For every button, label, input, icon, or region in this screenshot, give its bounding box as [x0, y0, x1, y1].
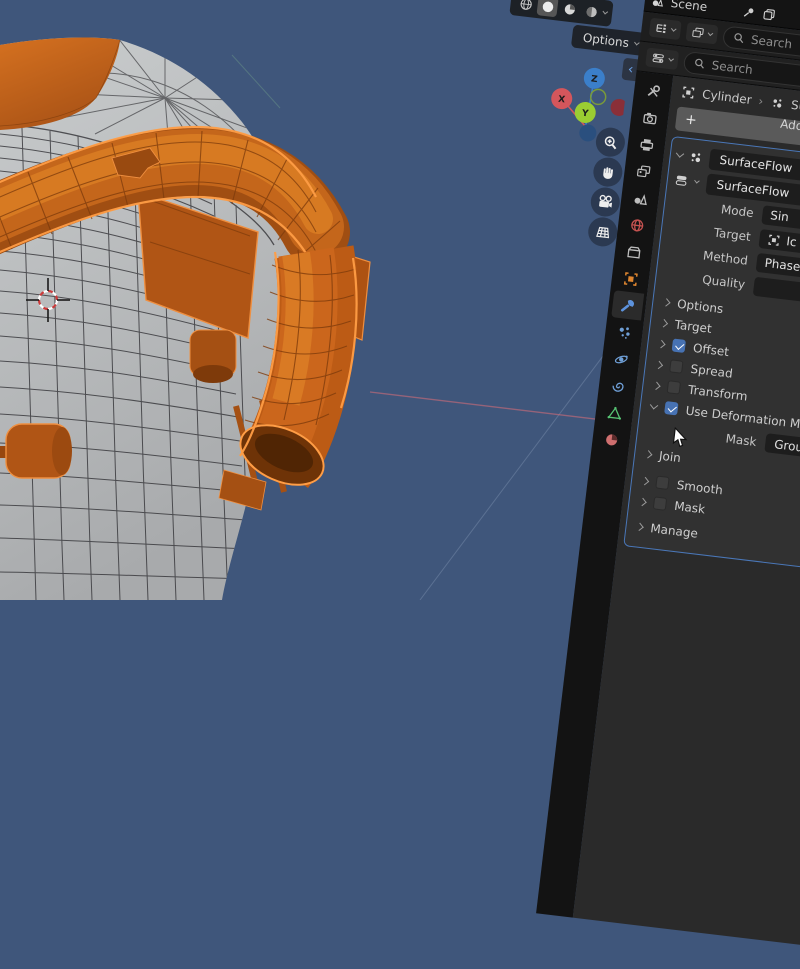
tab-scene[interactable]: [624, 183, 657, 213]
properties-editor-icon: [650, 51, 665, 66]
chevron-right-icon: [655, 360, 663, 368]
gizmo-axis-neg-z[interactable]: [578, 123, 597, 142]
modifiers-wrench-icon: [618, 296, 636, 314]
tab-material[interactable]: [595, 424, 628, 454]
tool-icon: [644, 82, 662, 100]
new-scene-copy-icon[interactable]: [761, 7, 777, 23]
chevron-right-icon: [662, 298, 670, 306]
tab-collection[interactable]: [617, 237, 650, 267]
constraints-icon: [609, 377, 627, 395]
filter-images-icon: [691, 26, 705, 40]
chevron-right-icon: [652, 381, 660, 389]
flow-name: SurfaceFlow: [719, 153, 793, 176]
smooth-checkbox[interactable]: [655, 476, 669, 490]
tab-tool[interactable]: [636, 76, 669, 106]
pin-icon[interactable]: [741, 5, 755, 19]
shading-dropdown-icon[interactable]: [603, 9, 609, 15]
breadcrumb-separator: ›: [758, 94, 764, 108]
world-icon: [628, 216, 646, 234]
material-icon: [602, 430, 620, 448]
outliner-tree-icon: [654, 21, 668, 35]
chevron-left-icon: [628, 67, 634, 73]
particles-icon: [615, 323, 633, 341]
chevron-right-icon: [644, 450, 652, 458]
collection-icon: [625, 243, 643, 261]
modifier-name: SurfaceFlow: [716, 178, 790, 201]
wireframe-icon[interactable]: [515, 0, 537, 15]
add-label: Add: [779, 117, 800, 134]
physics-icon: [612, 350, 630, 368]
gizmo-axis-x[interactable]: X: [550, 87, 573, 110]
search-icon: [693, 57, 706, 70]
mask-checkbox[interactable]: [653, 496, 667, 510]
chevron-right-icon: [657, 339, 665, 347]
tab-physics[interactable]: [604, 344, 637, 374]
spread-checkbox[interactable]: [669, 359, 683, 373]
tab-modifiers[interactable]: [611, 290, 644, 320]
plus-icon: +: [684, 111, 698, 128]
chevron-right-icon: [660, 319, 668, 327]
search-placeholder: Search: [750, 32, 793, 51]
object-icon: [681, 85, 697, 101]
use-deformation-mask-checkbox[interactable]: [664, 401, 678, 415]
tab-object-data[interactable]: [598, 397, 631, 427]
object-data-icon: [606, 404, 624, 422]
object-properties-icon: [622, 270, 640, 288]
chevron-down-icon: [650, 401, 658, 409]
chevron-right-icon: [638, 497, 646, 505]
offset-checkbox[interactable]: [672, 338, 686, 352]
tab-render[interactable]: [633, 102, 666, 132]
material-preview-icon[interactable]: [558, 0, 580, 20]
chevron-down-icon[interactable]: [694, 178, 700, 184]
tab-view-layer[interactable]: [627, 156, 660, 186]
object-icon: [767, 233, 781, 247]
tab-particles[interactable]: [608, 317, 641, 347]
scene-name[interactable]: Scene: [670, 0, 708, 14]
tab-object[interactable]: [614, 263, 647, 293]
chevron-down-icon: [708, 30, 714, 36]
mouse-cursor: [671, 427, 689, 449]
editor-type-dropdown[interactable]: [645, 47, 679, 70]
render-icon: [641, 109, 659, 127]
gizmo-axis-y[interactable]: Y: [574, 101, 597, 124]
chevron-down-icon: [671, 26, 677, 32]
gizmo-axis-z[interactable]: Z: [583, 67, 606, 90]
svg-text:X: X: [558, 95, 566, 106]
outliner-filter-dropdown[interactable]: [685, 22, 718, 45]
chevron-right-icon: [635, 522, 643, 530]
rendered-icon[interactable]: [580, 0, 602, 22]
output-printer-icon: [638, 136, 656, 154]
solid-icon[interactable]: [536, 0, 558, 17]
search-icon: [733, 31, 746, 44]
breadcrumb-object: Cylinder: [701, 87, 752, 107]
field-label: Quality: [656, 267, 755, 293]
surfaceflow-dots-icon: [769, 95, 785, 111]
chevron-down-icon[interactable]: [676, 149, 684, 157]
modifier-stack-icon[interactable]: [673, 173, 690, 189]
tab-world[interactable]: [620, 210, 653, 240]
surfaceflow-dots-icon: [688, 149, 705, 166]
view-layer-icon: [634, 162, 652, 180]
transform-checkbox[interactable]: [667, 380, 681, 394]
scene-properties-icon: [631, 189, 649, 207]
search-placeholder: Search: [711, 58, 754, 77]
scene-icon: [650, 0, 664, 8]
chevron-down-icon: [668, 56, 674, 62]
tab-output[interactable]: [630, 129, 663, 159]
tab-constraints[interactable]: [601, 371, 634, 401]
chevron-right-icon: [641, 476, 649, 484]
outliner-display-mode-dropdown[interactable]: [649, 18, 682, 41]
